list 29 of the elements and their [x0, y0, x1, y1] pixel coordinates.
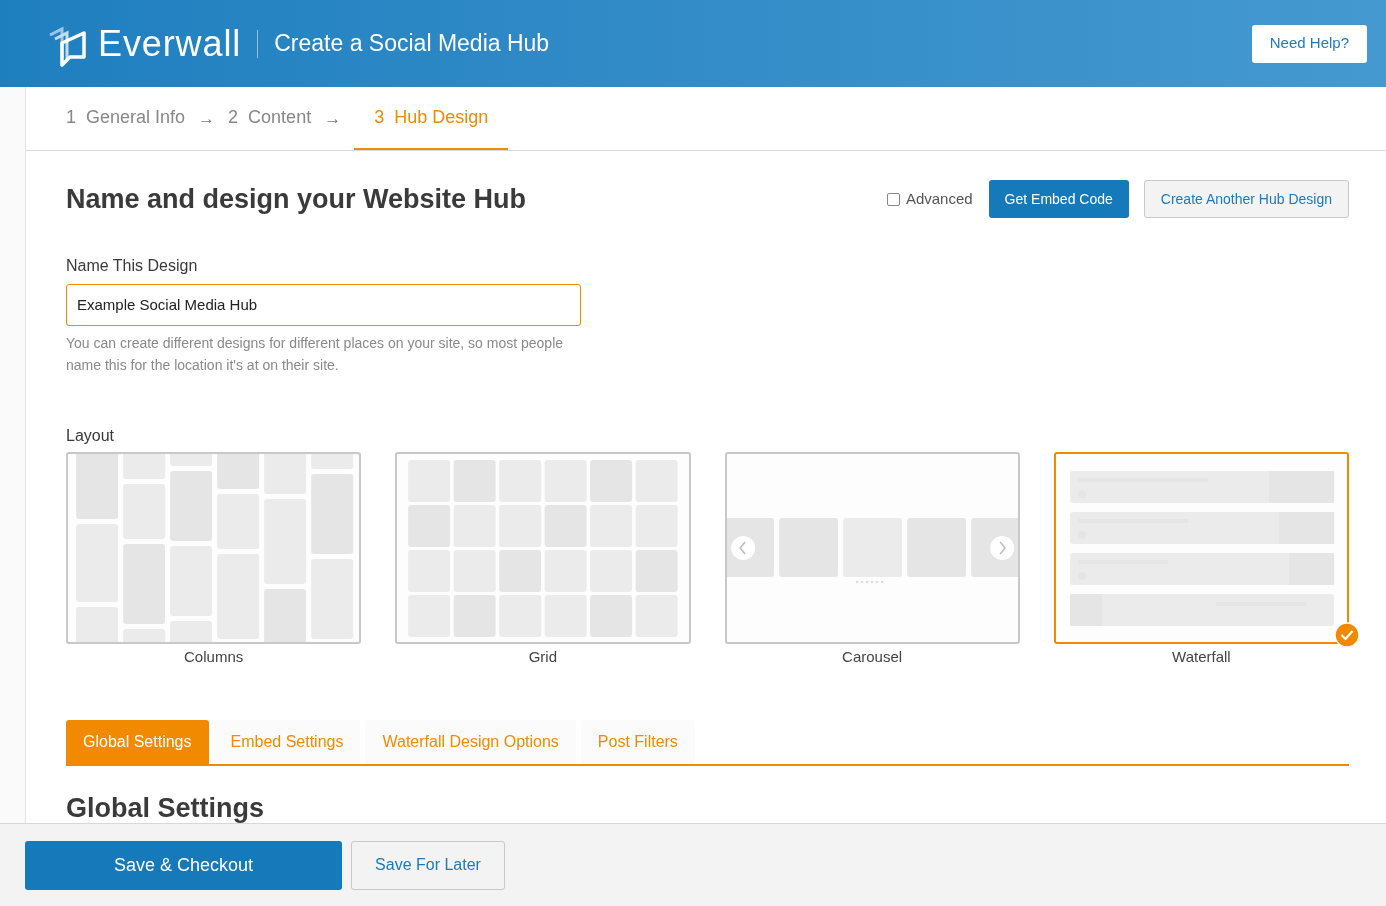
settings-tab[interactable]: Waterfall Design Options: [365, 720, 576, 764]
section-heading: Global Settings: [66, 792, 266, 823]
brand-name: Everwall: [98, 21, 242, 66]
advanced-label: Advanced: [905, 189, 973, 209]
arrow-separator: →: [198, 107, 216, 130]
layout-caption: Columns: [184, 646, 244, 667]
help-text: You can create different designs for different places on your site, so most people name this for the location it's at on their site.: [66, 333, 565, 375]
help-button[interactable]: Need Help?: [1251, 24, 1367, 63]
checkout-button[interactable]: Save & Checkout: [25, 840, 342, 890]
layout-caption: Grid: [528, 646, 558, 667]
settings-tab[interactable]: Embed Settings: [213, 720, 361, 764]
settings-tab[interactable]: Global Settings: [66, 720, 209, 764]
checkmark-icon: [1334, 621, 1360, 648]
name-input[interactable]: Example Social Media Hub: [66, 283, 581, 326]
arrow-separator: →: [324, 107, 342, 130]
settings-tab[interactable]: Post Filters: [580, 720, 695, 764]
layout-caption: Carousel: [842, 646, 903, 667]
create-design-button[interactable]: Create Another Hub Design: [1143, 180, 1349, 219]
embed-code-button[interactable]: Get Embed Code: [988, 180, 1129, 219]
name-label: Name This Design: [66, 255, 199, 276]
step-tab[interactable]: 2 Content: [228, 87, 312, 150]
step-tab[interactable]: 1 General Info: [66, 87, 186, 150]
save-later-button[interactable]: Save For Later: [351, 840, 505, 890]
header-title: Create a Social Media Hub: [274, 29, 550, 59]
advanced-checkbox[interactable]: [886, 192, 900, 206]
layout-label: Layout: [66, 425, 116, 446]
layout-caption: Waterfall: [1172, 646, 1231, 667]
step-tab[interactable]: 3 Hub Design: [354, 87, 509, 150]
page-title: Name and design your Website Hub: [66, 183, 527, 216]
